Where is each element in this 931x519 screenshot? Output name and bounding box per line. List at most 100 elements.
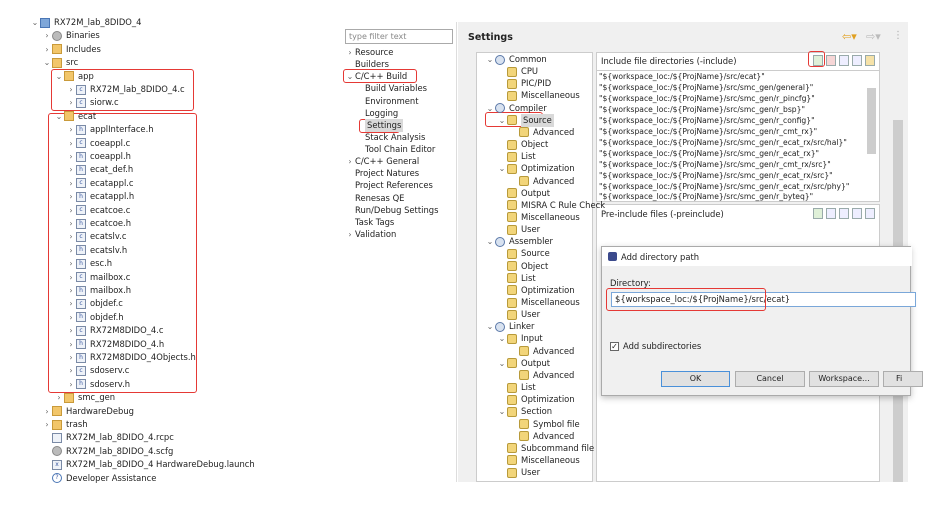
tree-item[interactable]: › c RX72M_lab_8DIDO_4.c	[66, 83, 185, 96]
chevron-down-icon[interactable]: ⌄	[497, 405, 507, 418]
tool-tree-item[interactable]: Advanced	[509, 126, 574, 139]
chevron-right-icon[interactable]: ›	[66, 271, 76, 284]
workspace-button[interactable]: Workspace...	[809, 371, 879, 387]
nav-item-project-references[interactable]: Project References	[345, 179, 433, 192]
tree-item[interactable]: ⌄ ecat	[54, 110, 96, 123]
nav-item-run-debug-settings[interactable]: Run/Debug Settings	[345, 204, 438, 217]
chevron-down-icon[interactable]: ⌄	[485, 102, 495, 115]
add-subdirectories-checkbox[interactable]: ✓	[610, 342, 619, 351]
chevron-down-icon[interactable]: ⌄	[485, 320, 495, 333]
tool-tree-item[interactable]: User	[497, 223, 540, 236]
tool-tree-item[interactable]: Miscellaneous	[497, 454, 580, 467]
tool-tree-item[interactable]: List	[497, 272, 536, 285]
chevron-right-icon[interactable]: ›	[42, 29, 52, 42]
tree-item[interactable]: › h esc.h	[66, 257, 112, 270]
tree-item[interactable]: › c ecatappl.c	[66, 177, 134, 190]
nav-item-c-c-build[interactable]: ⌄ C/C++ Build	[345, 70, 408, 83]
tool-tree-item[interactable]: ⌄ Source	[497, 113, 554, 127]
chevron-right-icon[interactable]: ›	[345, 155, 355, 168]
tree-item[interactable]: › h ecatslv.h	[66, 244, 127, 257]
list-scrollbar[interactable]	[867, 88, 876, 154]
include-dir-item[interactable]: "${workspace_loc:/${ProjName}/src/ecat}"	[599, 71, 765, 82]
tree-item[interactable]: › c coeappl.c	[66, 137, 130, 150]
tool-tree-item[interactable]: List	[497, 150, 536, 163]
move-down-icon[interactable]	[865, 208, 875, 219]
tree-item[interactable]: › c sdoserv.c	[66, 364, 129, 377]
tree-item[interactable]: ⌄ app	[54, 70, 94, 83]
nav-item-logging[interactable]: Logging	[365, 107, 398, 120]
include-dir-item[interactable]: "${workspace_loc:/${ProjName}/src/smc_ge…	[599, 104, 805, 115]
cancel-button[interactable]: Cancel	[735, 371, 805, 387]
include-dir-item[interactable]: "${workspace_loc:/${ProjName}/src/smc_ge…	[599, 137, 847, 148]
chevron-down-icon[interactable]: ⌄	[485, 235, 495, 248]
tree-item[interactable]: › Includes	[42, 43, 101, 56]
tool-tree-item[interactable]: ⌄ Assembler	[485, 235, 553, 248]
move-up-icon[interactable]	[852, 208, 862, 219]
chevron-right-icon[interactable]: ›	[54, 391, 64, 404]
include-dir-item[interactable]: "${workspace_loc:/${ProjName}/src/smc_ge…	[599, 82, 813, 93]
tool-tree-item[interactable]: MISRA C Rule Check	[497, 199, 605, 212]
chevron-right-icon[interactable]: ›	[66, 338, 76, 351]
include-dir-item[interactable]: "${workspace_loc:/${ProjName}/src/smc_ge…	[599, 93, 815, 104]
chevron-right-icon[interactable]: ›	[66, 257, 76, 270]
nav-item-build-variables[interactable]: Build Variables	[365, 82, 427, 95]
delete-icon[interactable]	[826, 208, 836, 219]
directory-input[interactable]: ${workspace_loc:/${ProjName}/src/ecat}	[611, 292, 916, 307]
chevron-down-icon[interactable]: ⌄	[497, 114, 507, 127]
tree-item[interactable]: › h ecat_def.h	[66, 163, 133, 176]
tree-item[interactable]: RX72M_lab_8DIDO_4.scfg	[42, 445, 173, 458]
tool-tree-item[interactable]: Miscellaneous	[497, 296, 580, 309]
tool-tree-item[interactable]: Subcommand file	[497, 442, 594, 455]
tree-item[interactable]: ⌄ src	[42, 56, 78, 69]
tool-tree-item[interactable]: ⌄ Section	[497, 405, 552, 418]
tool-tree-item[interactable]: Object	[497, 260, 548, 273]
include-dir-item[interactable]: "${workspace_loc:/${ProjName}/src/smc_ge…	[599, 181, 849, 192]
edit-icon[interactable]	[839, 208, 849, 219]
tree-item[interactable]: › h sdoserv.h	[66, 378, 130, 391]
nav-item-tool-chain-editor[interactable]: Tool Chain Editor	[365, 143, 435, 156]
tool-tree-item[interactable]: ⌄ Compiler	[485, 102, 547, 115]
tool-tree-item[interactable]: Object	[497, 138, 548, 151]
tree-item[interactable]: ? Developer Assistance	[42, 472, 156, 485]
edit-icon[interactable]	[839, 55, 849, 66]
nav-item-c-c-general[interactable]: › C/C++ General	[345, 155, 419, 168]
tool-tree-item[interactable]: Optimization	[497, 284, 575, 297]
chevron-down-icon[interactable]: ⌄	[497, 357, 507, 370]
tool-tree-item[interactable]: ⌄ Output	[497, 357, 550, 370]
tool-tree-item[interactable]: Optimization	[497, 393, 575, 406]
tool-tree-item[interactable]: Advanced	[509, 345, 574, 358]
tool-tree-item[interactable]: Miscellaneous	[497, 89, 580, 102]
tree-item[interactable]: › c ecatcoe.c	[66, 204, 130, 217]
tool-tree-item[interactable]: List	[497, 381, 536, 394]
include-dir-item[interactable]: "${workspace_loc:/${ProjName}/src/smc_ge…	[599, 191, 813, 202]
chevron-right-icon[interactable]: ›	[66, 150, 76, 163]
file-system-button[interactable]: Fi	[883, 371, 923, 387]
chevron-down-icon[interactable]: ⌄	[497, 162, 507, 175]
tool-tree-item[interactable]: Symbol file	[509, 418, 580, 431]
chevron-right-icon[interactable]: ›	[66, 83, 76, 96]
tool-tree-item[interactable]: ⌄ Input	[497, 332, 543, 345]
chevron-right-icon[interactable]: ›	[66, 204, 76, 217]
nav-item-task-tags[interactable]: Task Tags	[345, 216, 394, 229]
chevron-right-icon[interactable]: ›	[345, 46, 355, 59]
move-down-icon[interactable]	[865, 55, 875, 66]
chevron-right-icon[interactable]: ›	[42, 418, 52, 431]
chevron-right-icon[interactable]: ›	[66, 297, 76, 310]
chevron-right-icon[interactable]: ›	[66, 163, 76, 176]
include-dir-item[interactable]: "${workspace_loc:/${ProjName}/src/smc_ge…	[599, 170, 833, 181]
nav-item-stack-analysis[interactable]: Stack Analysis	[365, 131, 425, 144]
tree-item[interactable]: › h applInterface.h	[66, 123, 154, 136]
chevron-right-icon[interactable]: ›	[66, 123, 76, 136]
chevron-right-icon[interactable]: ›	[66, 244, 76, 257]
chevron-right-icon[interactable]: ›	[66, 177, 76, 190]
chevron-right-icon[interactable]: ›	[42, 405, 52, 418]
chevron-down-icon[interactable]: ⌄	[497, 332, 507, 345]
tool-tree-item[interactable]: User	[497, 308, 540, 321]
chevron-down-icon[interactable]: ⌄	[345, 70, 355, 83]
nav-item-validation[interactable]: › Validation	[345, 228, 396, 241]
tree-item[interactable]: › c RX72M8DIDO_4.c	[66, 324, 164, 337]
tree-item[interactable]: › h objdef.h	[66, 311, 124, 324]
nav-item-resource[interactable]: › Resource	[345, 46, 393, 59]
tool-tree-item[interactable]: Advanced	[509, 430, 574, 443]
tree-item[interactable]: › c mailbox.c	[66, 271, 130, 284]
